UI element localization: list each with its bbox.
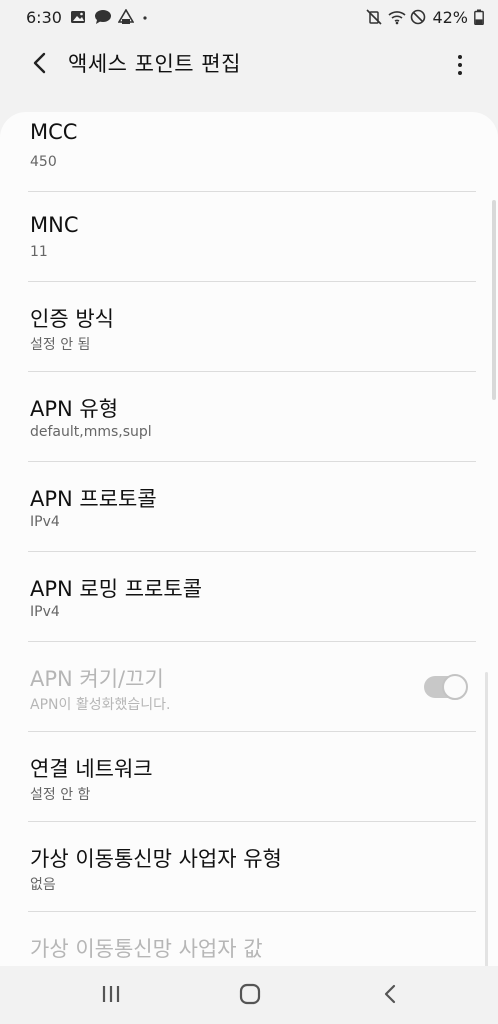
setting-title: APN 유형 [30,397,119,421]
navigation-bar [0,966,498,1024]
app-bar: 액세스 포인트 편집 [0,34,498,94]
page-title: 액세스 포인트 편집 [68,52,241,76]
image-icon [70,9,86,25]
setting-mvno-type[interactable]: 가상 이동통신망 사업자 유형 없음 [0,822,498,912]
setting-value: IPv4 [30,514,60,530]
more-options-icon [458,55,462,59]
blocked-icon [410,9,426,25]
setting-title: APN 프로토콜 [30,487,157,511]
setting-mcc[interactable]: MCC 450 [0,112,498,192]
setting-value: 450 [30,154,57,170]
setting-value: 11 [30,244,48,260]
back-arrow-icon [32,52,46,78]
status-bar: 6:30 42% [0,0,498,34]
vibrate-mute-icon [366,9,383,25]
setting-value: 설정 안 함 [30,787,91,803]
status-bar-left: 6:30 [26,8,148,27]
recent-apps-icon [100,984,122,1008]
clock-time: 6:30 [26,7,62,27]
back-icon [382,983,398,1009]
setting-title: 가상 이동통신망 사업자 값 [30,937,263,961]
scrollbar[interactable] [485,672,488,966]
more-options-icon-dot [458,63,462,67]
back-button[interactable] [22,50,56,80]
setting-title: 연결 네트워크 [30,757,153,781]
chat-bubble-icon [94,9,111,25]
setting-bearer-network[interactable]: 연결 네트워크 설정 안 함 [0,732,498,822]
more-options-button[interactable] [446,50,474,80]
more-options-icon-dot [458,71,462,75]
setting-title: APN 로밍 프로토콜 [30,577,203,601]
status-bar-right: 42% [366,8,484,27]
more-notifications-dot-icon [142,9,148,25]
setting-title: 인증 방식 [30,307,114,331]
setting-title: APN 켜기/끄기 [30,667,164,691]
setting-mnc[interactable]: MNC 11 [0,192,498,282]
settings-card: MCC 450 MNC 11 인증 방식 설정 안 됨 APN 유형 defau… [0,112,498,966]
setting-value: APN이 활성화했습니다. [30,697,171,713]
setting-title: 가상 이동통신망 사업자 유형 [30,847,282,871]
nav-back-button[interactable] [370,980,410,1012]
edge-panel-handle[interactable] [492,200,496,400]
setting-apn-protocol[interactable]: APN 프로토콜 IPv4 [0,462,498,552]
setting-apn-roaming-protocol[interactable]: APN 로밍 프로토콜 IPv4 [0,552,498,642]
wifi-icon [388,9,406,25]
setting-title: MNC [30,213,79,237]
setting-value: IPv4 [30,604,60,620]
home-icon [238,983,262,1009]
battery-percent: 42% [432,7,468,27]
notification-icon [117,8,135,25]
apn-enable-toggle[interactable] [424,674,468,700]
setting-title: MCC [30,120,78,144]
toggle-knob [442,674,468,700]
setting-apn-type[interactable]: APN 유형 default,mms,supl [0,372,498,462]
setting-value: 설정 안 됨 [30,337,91,353]
home-button[interactable] [230,980,270,1012]
setting-auth-type[interactable]: 인증 방식 설정 안 됨 [0,282,498,372]
recent-apps-button[interactable] [91,980,131,1012]
setting-value: default,mms,supl [30,424,152,440]
setting-apn-enable[interactable]: APN 켜기/끄기 APN이 활성화했습니다. [0,642,498,732]
setting-mvno-value[interactable]: 가상 이동통신망 사업자 값 [0,912,498,966]
setting-value: 없음 [30,877,56,893]
battery-icon [474,9,484,26]
